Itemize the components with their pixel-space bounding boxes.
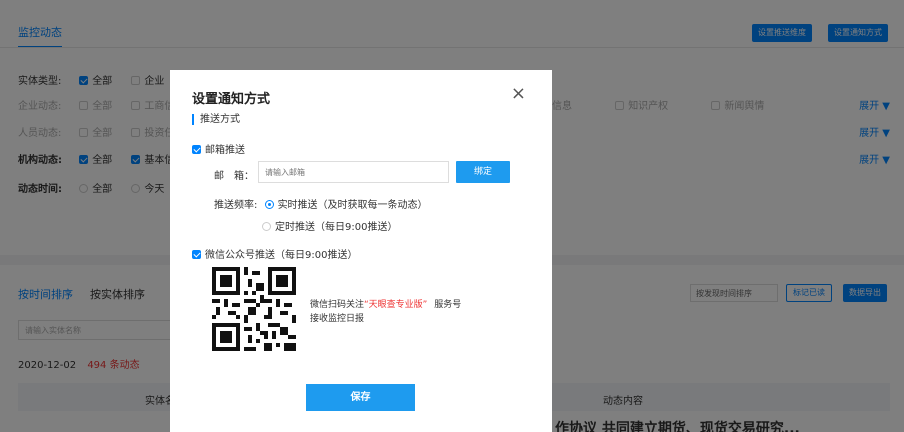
email-label: 邮 箱： bbox=[214, 171, 254, 182]
qr-text-prefix: 微信扫码关注 bbox=[310, 300, 365, 310]
notify-settings-modal: 设置通知方式 × 推送方式 邮箱推送 邮 箱： 绑定 推送频率: 实时推送（及时… bbox=[170, 70, 552, 432]
radio-realtime[interactable]: 实时推送（及时获取每一条动态） bbox=[264, 200, 428, 211]
radio-scheduled[interactable]: 定时推送（每日9:00推送） bbox=[262, 218, 397, 233]
checkbox-icon bbox=[192, 250, 201, 259]
qr-code-icon bbox=[212, 267, 296, 351]
close-icon[interactable]: × bbox=[511, 85, 526, 103]
realtime-label: 实时推送（及时获取每一条动态） bbox=[277, 200, 428, 211]
modal-title: 设置通知方式 bbox=[192, 92, 271, 107]
qr-text-highlight: “天眼查专业版” bbox=[364, 300, 428, 310]
section-title: 推送方式 bbox=[192, 114, 240, 125]
frequency-label: 推送频率: bbox=[214, 200, 258, 211]
wechat-push-label: 微信公众号推送（每日9:00推送） bbox=[205, 250, 358, 261]
qr-instructions: 微信扫码关注“天眼查专业版” 服务号 接收监控日报 bbox=[310, 298, 461, 326]
qr-text-line2: 接收监控日报 bbox=[310, 314, 365, 324]
radio-icon bbox=[262, 222, 271, 231]
radio-icon bbox=[264, 200, 274, 209]
scheduled-label: 定时推送（每日9:00推送） bbox=[275, 222, 398, 233]
checkbox-icon bbox=[192, 145, 201, 154]
bind-button[interactable]: 绑定 bbox=[456, 161, 510, 183]
push-frequency-row: 推送频率: 实时推送（及时获取每一条动态） bbox=[214, 196, 428, 211]
email-push-label: 邮箱推送 bbox=[205, 145, 245, 156]
email-input[interactable] bbox=[258, 161, 449, 183]
save-button[interactable]: 保存 bbox=[306, 384, 415, 411]
wechat-push-checkbox[interactable]: 微信公众号推送（每日9:00推送） bbox=[192, 246, 357, 261]
email-push-checkbox[interactable]: 邮箱推送 bbox=[192, 141, 245, 156]
qr-text-suffix: 服务号 bbox=[434, 300, 462, 310]
